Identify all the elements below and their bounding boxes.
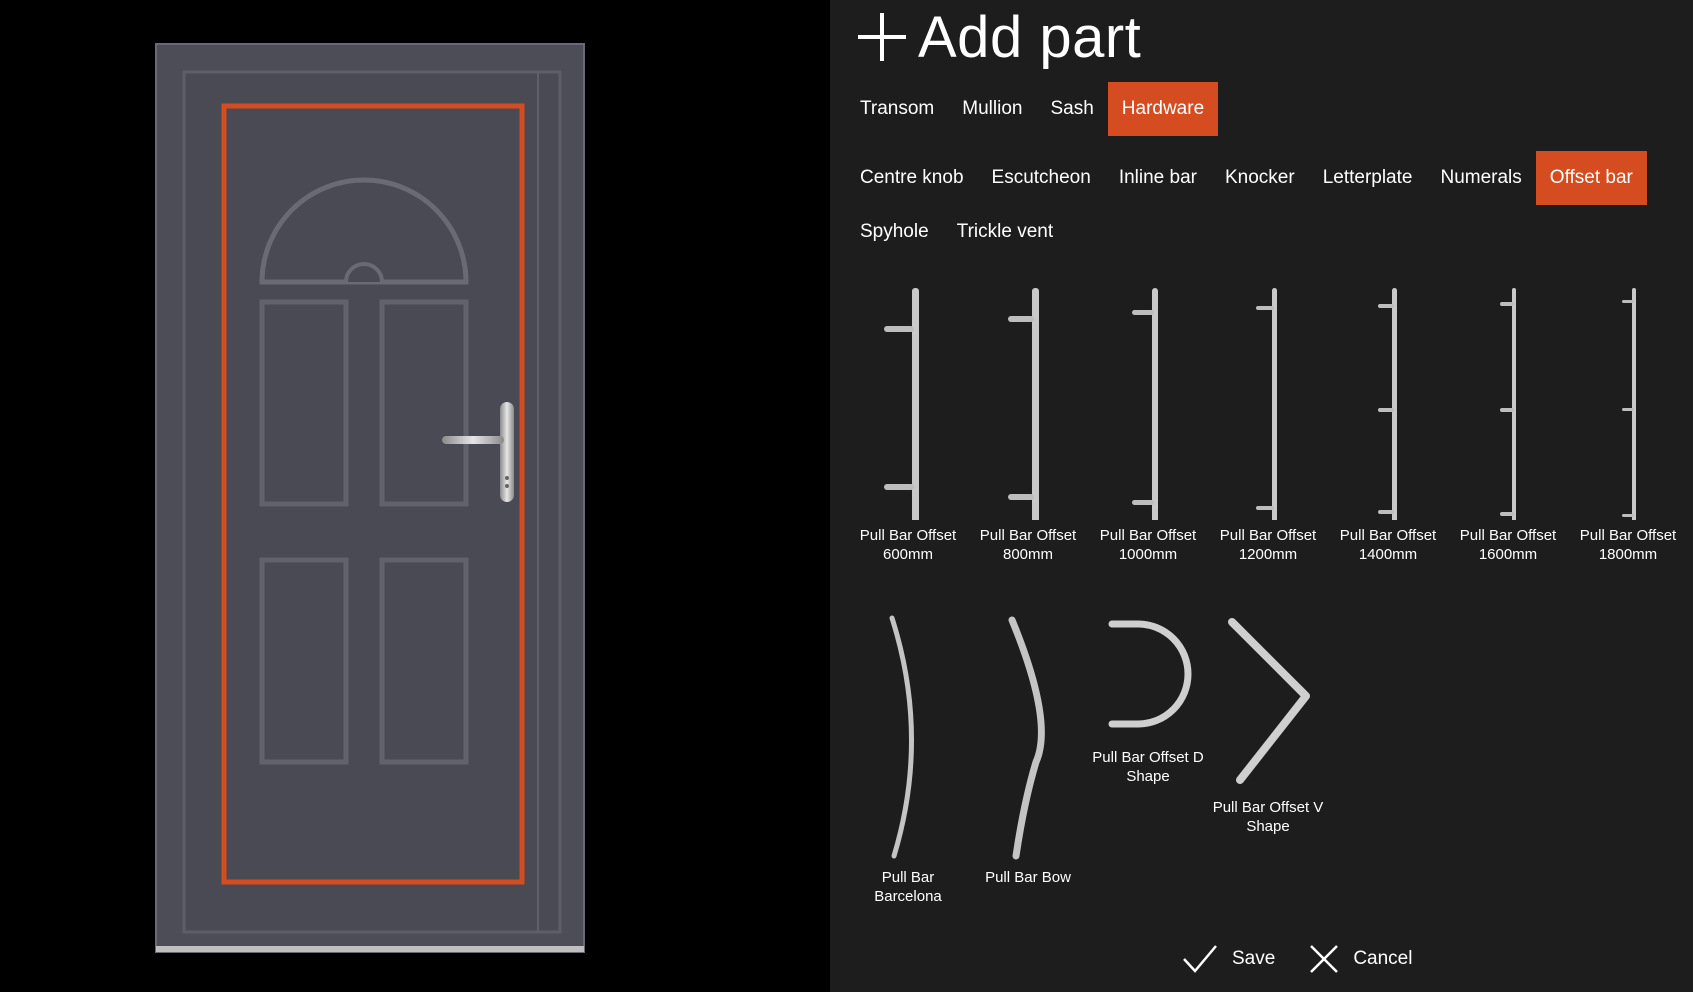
part-type-tabs: Transom Mullion Sash Hardware: [846, 82, 1219, 136]
door-preview: [0, 0, 830, 992]
door-lever: [442, 436, 504, 444]
panel-upper-right: [379, 299, 469, 507]
offset-bar-3-leg-icon: [1622, 288, 1636, 520]
save-button[interactable]: Save: [1182, 944, 1275, 974]
item-label: Pull Bar Offset 1200mm: [1219, 527, 1317, 563]
hardware-item[interactable]: Pull Bar Barcelona: [848, 612, 968, 906]
offset-bar-3-leg-icon: [1500, 288, 1516, 520]
tab-sash[interactable]: Sash: [1036, 82, 1107, 136]
checkmark-icon: [1183, 945, 1217, 973]
hardware-item[interactable]: Pull Bar Offset V Shape: [1208, 612, 1328, 836]
item-label: Pull Bar Offset 800mm: [979, 527, 1077, 563]
bow-bar-icon: [1008, 616, 1045, 860]
item-label: Pull Bar Offset 600mm: [859, 527, 957, 563]
plus-icon: [858, 13, 906, 61]
hardware-item[interactable]: Pull Bar Bow: [968, 612, 1088, 887]
barcelona-bar-icon: [889, 615, 914, 859]
item-label: Pull Bar Offset 1400mm: [1339, 527, 1437, 563]
tab-centre-knob[interactable]: Centre knob: [846, 151, 978, 205]
item-label: Pull Bar Offset D Shape: [1092, 749, 1204, 785]
item-label: Pull Bar Offset 1600mm: [1459, 527, 1557, 563]
item-label: Pull Bar Offset V Shape: [1212, 799, 1324, 835]
hardware-item[interactable]: Pull Bar Offset 1200mm: [1208, 270, 1328, 564]
tab-letterplate[interactable]: Letterplate: [1309, 151, 1427, 205]
cancel-button[interactable]: Cancel: [1309, 944, 1412, 974]
tab-trickle-vent[interactable]: Trickle vent: [943, 205, 1067, 259]
panel-lower-right: [379, 557, 469, 765]
item-label: Pull Bar Barcelona: [874, 869, 942, 905]
door-drawing: [155, 43, 585, 953]
offset-bar-3-leg-icon: [1378, 288, 1397, 520]
hardware-category-tabs: Centre knob Escutcheon Inline bar Knocke…: [846, 151, 1666, 259]
item-label: Pull Bar Offset 1800mm: [1579, 527, 1677, 563]
cancel-label: Cancel: [1353, 948, 1413, 969]
hardware-item[interactable]: Pull Bar Offset 800mm: [968, 270, 1088, 564]
footer-actions: Save Cancel: [1182, 944, 1412, 974]
panel-title-text: Add part: [918, 4, 1142, 70]
item-label: Pull Bar Offset 1000mm: [1099, 527, 1197, 563]
hardware-item[interactable]: Pull Bar Offset 1800mm: [1568, 270, 1688, 564]
tab-escutcheon[interactable]: Escutcheon: [978, 151, 1105, 205]
hardware-item[interactable]: Pull Bar Offset 1400mm: [1328, 270, 1448, 564]
tab-inline-bar[interactable]: Inline bar: [1105, 151, 1211, 205]
tab-numerals[interactable]: Numerals: [1426, 151, 1535, 205]
offset-bar-icon: [1256, 288, 1277, 520]
door-threshold: [156, 946, 584, 952]
tab-knocker[interactable]: Knocker: [1211, 151, 1309, 205]
hardware-item[interactable]: Pull Bar Offset 1600mm: [1448, 270, 1568, 564]
offset-bar-icon: [1008, 288, 1039, 520]
hardware-item[interactable]: Pull Bar Offset 1000mm: [1088, 270, 1208, 564]
panel-lower-left: [259, 557, 349, 765]
hardware-item[interactable]: Pull Bar Offset 600mm: [848, 270, 968, 564]
add-part-panel: Add part Transom Mullion Sash Hardware C…: [830, 0, 1693, 992]
tab-transom[interactable]: Transom: [846, 82, 948, 136]
close-icon: [1310, 945, 1339, 973]
tab-offset-bar[interactable]: Offset bar: [1535, 151, 1647, 205]
tab-hardware[interactable]: Hardware: [1107, 82, 1219, 136]
offset-bar-icon: [1132, 288, 1158, 520]
item-label: Pull Bar Bow: [985, 869, 1071, 886]
panel-upper-left: [259, 299, 349, 507]
offset-bar-icon: [884, 288, 919, 520]
tab-spyhole[interactable]: Spyhole: [846, 205, 943, 259]
v-shape-bar-icon: [1228, 618, 1310, 784]
panel-title: Add part: [858, 2, 1141, 72]
d-shape-bar-icon: [1108, 620, 1192, 728]
hardware-item[interactable]: Pull Bar Offset D Shape: [1088, 612, 1208, 786]
tab-mullion[interactable]: Mullion: [948, 82, 1036, 136]
save-label: Save: [1232, 948, 1276, 969]
